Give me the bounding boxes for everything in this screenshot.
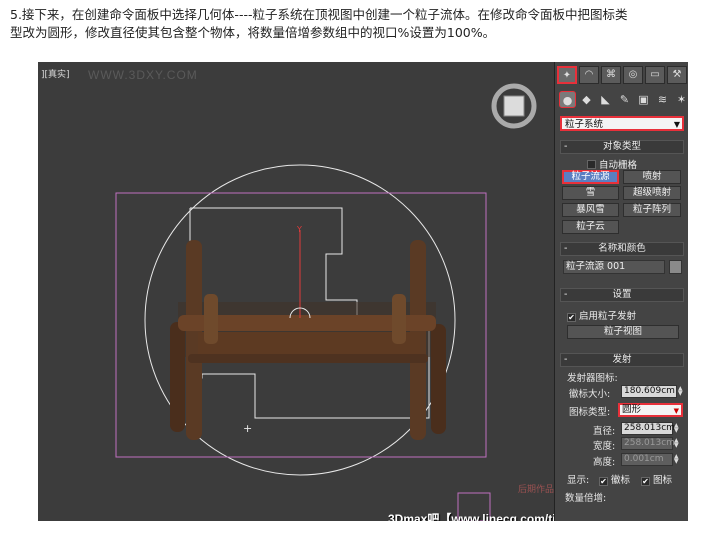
rollout-setup[interactable]: - 设置: [560, 288, 684, 302]
helpers-icon[interactable]: ▣: [635, 91, 652, 108]
width-label: 宽度:: [593, 441, 616, 452]
viewport-scene: Y +: [115, 83, 537, 521]
collapse-icon: -: [564, 289, 568, 300]
show-icon-checkbox[interactable]: ✔ 图标: [641, 472, 672, 486]
checkmark-icon: ✔: [599, 477, 608, 486]
logo-size-label: 徽标大小:: [569, 389, 611, 400]
diameter-label: 直径:: [593, 426, 616, 437]
show-logo-label: 徽标: [611, 475, 631, 486]
rollout-emission[interactable]: - 发射: [560, 353, 684, 367]
diameter-value: 258.013cm: [624, 423, 675, 433]
site-watermark: WWW.3DXY.COM: [88, 68, 198, 82]
snow-button[interactable]: 雪: [562, 186, 619, 200]
particle-view-button[interactable]: 粒子视图: [567, 325, 679, 339]
object-name-field[interactable]: 粒子流源 001: [563, 260, 665, 274]
geometry-icon[interactable]: ●: [559, 91, 576, 108]
category-dropdown[interactable]: 粒子系统 ▼: [560, 116, 684, 131]
lights-icon[interactable]: ◣: [597, 91, 614, 108]
spray-button[interactable]: 喷射: [623, 170, 681, 184]
spinner-arrows-icon: ▲ ▼: [674, 437, 679, 449]
show-label: 显示:: [567, 475, 590, 486]
tab-utilities[interactable]: ⚒: [667, 66, 687, 84]
tab-create[interactable]: ✦: [557, 66, 577, 84]
create-subtabs: ● ◆ ◣ ✎ ▣ ≋ ✶: [557, 89, 687, 111]
caption-line-1: 5.接下来，在创建命令面板中选择几何体----粒子系统在顶视图中创建一个粒子流体…: [10, 7, 628, 22]
spinner-arrows-icon[interactable]: ▲ ▼: [674, 423, 682, 434]
checkmark-icon: ✔: [641, 477, 650, 486]
collapse-icon: -: [564, 141, 568, 152]
rollout-title: 设置: [612, 289, 632, 300]
show-icon-label: 图标: [653, 475, 673, 486]
logo-size-value: 180.609cm: [624, 386, 675, 396]
spinner-arrows-icon: ▲ ▼: [674, 453, 679, 465]
super-spray-button[interactable]: 超级喷射: [623, 186, 681, 200]
pf-source-button[interactable]: 粒子流源: [562, 170, 619, 184]
checkbox-icon: [587, 160, 596, 169]
enable-emission-label: 启用粒子发射: [579, 311, 637, 322]
height-spinner: 0.001cm ▲ ▼: [621, 453, 679, 466]
object-color-swatch[interactable]: [669, 260, 682, 274]
height-label: 高度:: [593, 457, 616, 468]
viewport-label[interactable]: ][真实]: [41, 67, 70, 80]
tab-hierarchy[interactable]: ⌘: [601, 66, 621, 84]
collapse-icon: -: [564, 243, 568, 254]
bench-model: [170, 240, 446, 440]
chevron-down-icon: ▼: [673, 407, 679, 415]
diameter-spinner[interactable]: 258.013cm ▲ ▼: [621, 422, 679, 435]
spacewarps-icon[interactable]: ≋: [654, 91, 671, 108]
height-value: 0.001cm: [624, 454, 664, 464]
category-dropdown-value: 粒子系统: [565, 119, 604, 130]
rollout-title: 发射: [612, 354, 632, 365]
logo-size-spinner[interactable]: 180.609cm ▲ ▼: [621, 385, 683, 398]
rollout-name-color[interactable]: - 名称和颜色: [560, 242, 684, 256]
emitter-icon-label: 发射器图标:: [567, 373, 618, 384]
top-viewport[interactable]: Y + ][真实] WWW.3DXY.COM 后期作品: [38, 62, 554, 521]
autogrid-checkbox[interactable]: 自动栅格: [587, 157, 637, 171]
chevron-down-icon: ▼: [673, 120, 680, 129]
icon-type-label: 图标类型:: [569, 407, 611, 418]
cursor-cross-icon: +: [243, 422, 252, 435]
width-value: 258.013cm: [624, 438, 675, 448]
tab-modify[interactable]: ◠: [579, 66, 599, 84]
tab-display[interactable]: ▭: [645, 66, 665, 84]
viewcube-icon: [503, 95, 525, 117]
show-logo-checkbox[interactable]: ✔ 徽标: [599, 472, 630, 486]
blizzard-button[interactable]: 暴风雪: [562, 203, 619, 217]
quantity-multiplier-label: 数量倍增:: [565, 493, 607, 504]
parray-button[interactable]: 粒子阵列: [623, 203, 681, 217]
checkmark-icon: ✔: [567, 313, 576, 322]
pcloud-button[interactable]: 粒子云: [562, 220, 619, 234]
rollout-title: 对象类型: [602, 141, 641, 152]
rollout-title: 名称和颜色: [598, 243, 646, 254]
width-spinner: 258.013cm ▲ ▼: [621, 437, 679, 450]
caption-line-2: 型改为圆形，修改直径使其包含整个物体，将数量倍增参数组中的视口%设置为100%。: [10, 25, 496, 40]
cameras-icon[interactable]: ✎: [616, 91, 633, 108]
shapes-icon[interactable]: ◆: [578, 91, 595, 108]
icon-type-value: 圆形: [622, 404, 642, 415]
systems-icon[interactable]: ✶: [673, 91, 688, 108]
max-screenshot: Y + ][真实] WWW.3DXY.COM 后期作品 3Dmax吧【www.l…: [38, 62, 688, 521]
rollout-object-type[interactable]: - 对象类型: [560, 140, 684, 154]
enable-emission-checkbox[interactable]: ✔ 启用粒子发射: [567, 308, 636, 322]
corner-logo-watermark: 后期作品: [518, 485, 555, 495]
command-tabs: ✦ ◠ ⌘ ◎ ▭ ⚒: [557, 64, 687, 86]
spinner-arrows-icon[interactable]: ▲ ▼: [678, 386, 686, 397]
y-axis-label: Y: [296, 225, 302, 234]
instruction-caption: 5.接下来，在创建命令面板中选择几何体----粒子系统在顶视图中创建一个粒子流体…: [10, 6, 696, 42]
icon-type-select[interactable]: 圆形 ▼: [618, 403, 683, 417]
tab-motion[interactable]: ◎: [623, 66, 643, 84]
command-panel: ✦ ◠ ⌘ ◎ ▭ ⚒ ● ◆ ◣ ✎ ▣ ≋ ✶ 粒子系统 ▼ - 对象类型 …: [554, 62, 688, 521]
collapse-icon: -: [564, 354, 568, 365]
